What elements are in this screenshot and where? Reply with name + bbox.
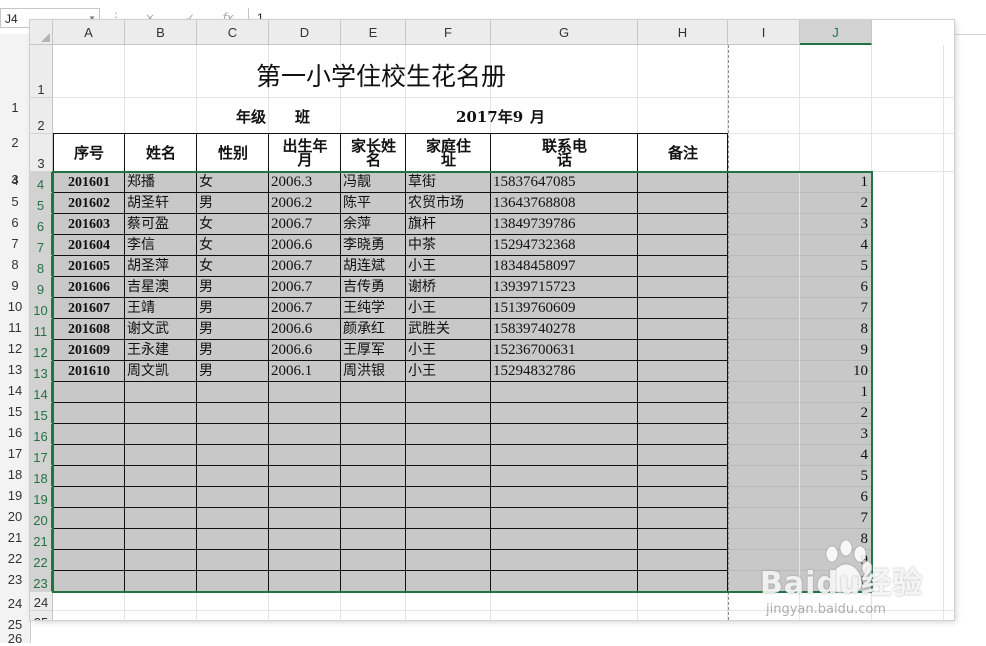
header-phone: 联系电 话 [491, 134, 638, 172]
watermark-url: jingyan.baidu.com [766, 602, 886, 617]
row-header-22[interactable]: 22 [30, 550, 53, 571]
selection-box [52, 171, 873, 593]
header-text: 家长姓 名 [350, 137, 396, 169]
column-header-i[interactable]: I [728, 20, 800, 45]
header-text: 家庭住 址 [425, 137, 471, 169]
row-header-9[interactable]: 9 [30, 277, 53, 298]
grade-label: 年级 [236, 108, 267, 126]
row-header-16[interactable]: 16 [30, 424, 53, 445]
row-header-8[interactable]: 8 [30, 256, 53, 277]
background-row-header-12[interactable]: 12 [0, 341, 30, 356]
row-header-17[interactable]: 17 [30, 445, 53, 466]
select-all-icon [41, 33, 50, 42]
background-row-header-4[interactable]: 4 [0, 173, 30, 188]
cell-grid[interactable]: 第一小学住校生花名册 年级 班 2017年9 月 序号 姓名 性别 出生年 月家长姓 … [52, 45, 954, 620]
date-label: 2017年9 [456, 108, 524, 126]
header-text: 联系电 话 [541, 137, 587, 169]
sheet-title: 第一小学住校生花名册 [256, 62, 507, 91]
background-row-header-21[interactable]: 21 [0, 530, 30, 545]
background-row-header-15[interactable]: 15 [0, 404, 30, 419]
row-header-23[interactable]: 23 [30, 571, 53, 592]
gridline-h [53, 97, 954, 98]
row-header-18[interactable]: 18 [30, 466, 53, 487]
sheet-snapshot: ABCDEFGHIJ 1 2 3 4 5 6 7 8 9 10 11 12 13 14 15 16 17 18 19… [30, 20, 954, 620]
column-header-c[interactable]: C [197, 20, 269, 45]
background-row-header-5[interactable]: 5 [0, 194, 30, 209]
background-row-header-19[interactable]: 19 [0, 488, 30, 503]
header-remark: 备注 [667, 144, 698, 162]
row-header-12[interactable]: 12 [30, 340, 53, 361]
select-all-corner[interactable] [30, 20, 53, 45]
background-row-header-6[interactable]: 6 [0, 215, 30, 230]
row-header-15[interactable]: 15 [30, 403, 53, 424]
row-header-7[interactable]: 7 [30, 235, 53, 256]
column-header-f[interactable]: F [406, 20, 491, 45]
month-label: 月 [530, 108, 546, 126]
row-header-20[interactable]: 20 [30, 508, 53, 529]
header-name: 姓名 [145, 144, 176, 162]
row-header-13[interactable]: 13 [30, 361, 53, 382]
column-header-a[interactable]: A [53, 20, 125, 45]
background-row-header-8[interactable]: 8 [0, 257, 30, 272]
background-row-header-22[interactable]: 22 [0, 551, 30, 566]
row-header-2[interactable]: 2 [30, 98, 53, 134]
background-row-header-16[interactable]: 16 [0, 425, 30, 440]
background-row-header-14[interactable]: 14 [0, 383, 30, 398]
header-gender: 性别 [217, 144, 248, 162]
row-header-5[interactable]: 5 [30, 193, 53, 214]
background-row-header-13[interactable]: 13 [0, 362, 30, 377]
row-header-1[interactable]: 1 [30, 45, 53, 98]
background-row-header-9[interactable]: 9 [0, 278, 30, 293]
row-header-4[interactable]: 4 [30, 172, 53, 193]
header-parent: 家长姓 名 [341, 134, 406, 172]
watermark-brand: Baidu经验 [760, 566, 924, 601]
background-row-header-2[interactable]: 2 [0, 135, 30, 150]
background-row-header-20[interactable]: 20 [0, 509, 30, 524]
header-address: 家庭住 址 [406, 134, 491, 172]
row-header-19[interactable]: 19 [30, 487, 53, 508]
column-header-d[interactable]: D [269, 20, 341, 45]
header-serial: 序号 [73, 144, 104, 162]
column-header-h[interactable]: H [638, 20, 728, 45]
background-row-header-25[interactable]: 25 [0, 617, 30, 632]
column-header-e[interactable]: E [341, 20, 406, 45]
header-text: 出生年 月 [282, 137, 328, 169]
background-row-header-11[interactable]: 11 [0, 320, 30, 335]
row-header-25[interactable]: 25 [30, 611, 53, 620]
baidu-watermark: Baidu经验 jingyan.baidu.com [760, 540, 960, 640]
row-header-10[interactable]: 10 [30, 298, 53, 319]
background-row-header-10[interactable]: 10 [0, 299, 30, 314]
row-header-14[interactable]: 14 [30, 382, 53, 403]
header-birth: 出生年 月 [269, 134, 341, 172]
row-header-6[interactable]: 6 [30, 214, 53, 235]
background-row-header-23[interactable]: 23 [0, 572, 30, 587]
column-header-b[interactable]: B [125, 20, 197, 45]
column-header-g[interactable]: G [491, 20, 638, 45]
background-row-header-26[interactable]: 26 [0, 631, 30, 646]
background-row-header-7[interactable]: 7 [0, 236, 30, 251]
row-header-3[interactable]: 3 [30, 134, 53, 172]
background-row-header-24[interactable]: 24 [0, 596, 30, 611]
name-box-value: J4 [5, 12, 18, 26]
background-row-headers: 1 2 3 4 5 6 7 8 9 10 11 12 13 14 15 16 17 18 19 20 21 22 23 24 2… [0, 34, 31, 646]
row-header-11[interactable]: 11 [30, 319, 53, 340]
class-label: 班 [295, 108, 311, 126]
column-header-j[interactable]: J [800, 20, 872, 45]
row-header-24[interactable]: 24 [30, 592, 53, 611]
gridline-v [943, 45, 944, 620]
background-row-header-18[interactable]: 18 [0, 467, 30, 482]
background-row-header-17[interactable]: 17 [0, 446, 30, 461]
background-row-header-1[interactable]: 1 [0, 100, 30, 115]
row-header-21[interactable]: 21 [30, 529, 53, 550]
